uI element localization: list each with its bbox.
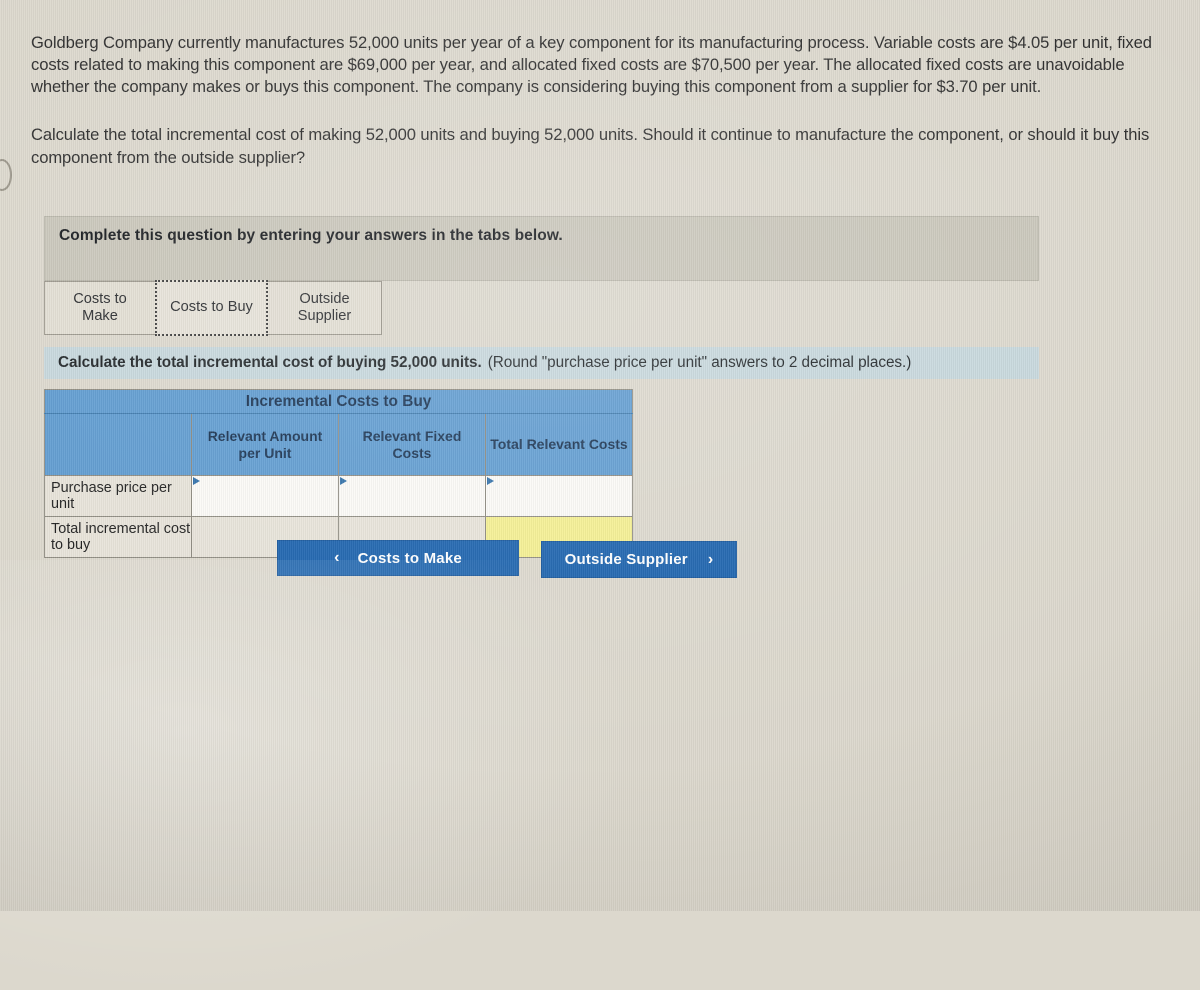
- tab-outside-supplier[interactable]: Outside Supplier: [268, 281, 382, 335]
- table-main-header-row: Incremental Costs to Buy: [44, 389, 633, 414]
- complete-question-banner: Complete this question by entering your …: [44, 216, 1039, 281]
- column-header-blank: [44, 413, 192, 476]
- calc-instruction-note: (Round "purchase price per unit" answers…: [487, 354, 912, 371]
- dropdown-marker-icon: [340, 477, 347, 485]
- tab-costs-to-make[interactable]: Costs to Make: [44, 281, 156, 335]
- calc-instruction-bold: Calculate the total incremental cost of …: [58, 354, 482, 371]
- calc-instruction-banner: Calculate the total incremental cost of …: [44, 347, 1039, 379]
- next-button-label: Outside Supplier: [564, 551, 688, 568]
- input-purchase-price-relevant-fixed-costs[interactable]: [338, 475, 486, 517]
- column-header-relevant-amount-per-unit: Relevant Amount per Unit: [191, 413, 339, 476]
- question-page: Goldberg Company currently manufactures …: [0, 0, 1200, 911]
- chevron-left-icon: ‹: [334, 549, 340, 566]
- next-outside-supplier-button[interactable]: Outside Supplier ›: [541, 541, 737, 578]
- question-paragraph-2: Calculate the total incremental cost of …: [31, 125, 1150, 167]
- complete-question-banner-text: Complete this question by entering your …: [59, 227, 563, 244]
- input-purchase-price-relevant-amount[interactable]: [191, 475, 339, 517]
- table-row: Purchase price per unit: [44, 475, 633, 517]
- tab-costs-to-buy-label: Costs to Buy: [170, 299, 253, 316]
- prev-button-label: Costs to Make: [357, 549, 462, 567]
- row-label-purchase-price-per-unit: Purchase price per unit: [44, 475, 192, 517]
- column-header-relevant-fixed-costs: Relevant Fixed Costs: [338, 413, 486, 476]
- tab-outside-supplier-label: Outside Supplier: [297, 290, 352, 324]
- dropdown-marker-icon: [487, 477, 494, 485]
- prev-costs-to-make-button[interactable]: ‹ Costs to Make: [277, 540, 519, 576]
- dropdown-marker-icon: [193, 477, 200, 485]
- row-label-total-incremental-cost-to-buy: Total incremental cost to buy: [44, 516, 192, 558]
- screen-edge-artifact: [0, 159, 12, 191]
- incremental-costs-table: Incremental Costs to Buy Relevant Amount…: [44, 389, 633, 558]
- column-header-total-relevant-costs: Total Relevant Costs: [485, 413, 633, 476]
- tab-costs-to-make-label: Costs to Make: [73, 290, 127, 324]
- tab-strip: Costs to Make Costs to Buy Outside Suppl…: [44, 280, 382, 336]
- table-main-header: Incremental Costs to Buy: [44, 389, 633, 414]
- question-paragraph-1: Goldberg Company currently manufactures …: [31, 33, 1152, 97]
- input-purchase-price-total-relevant-costs[interactable]: [485, 475, 633, 517]
- question-text: Goldberg Company currently manufactures …: [31, 32, 1156, 169]
- tab-costs-to-buy[interactable]: Costs to Buy: [155, 280, 268, 336]
- chevron-right-icon: ›: [707, 550, 714, 568]
- table-column-header-row: Relevant Amount per Unit Relevant Fixed …: [44, 413, 633, 476]
